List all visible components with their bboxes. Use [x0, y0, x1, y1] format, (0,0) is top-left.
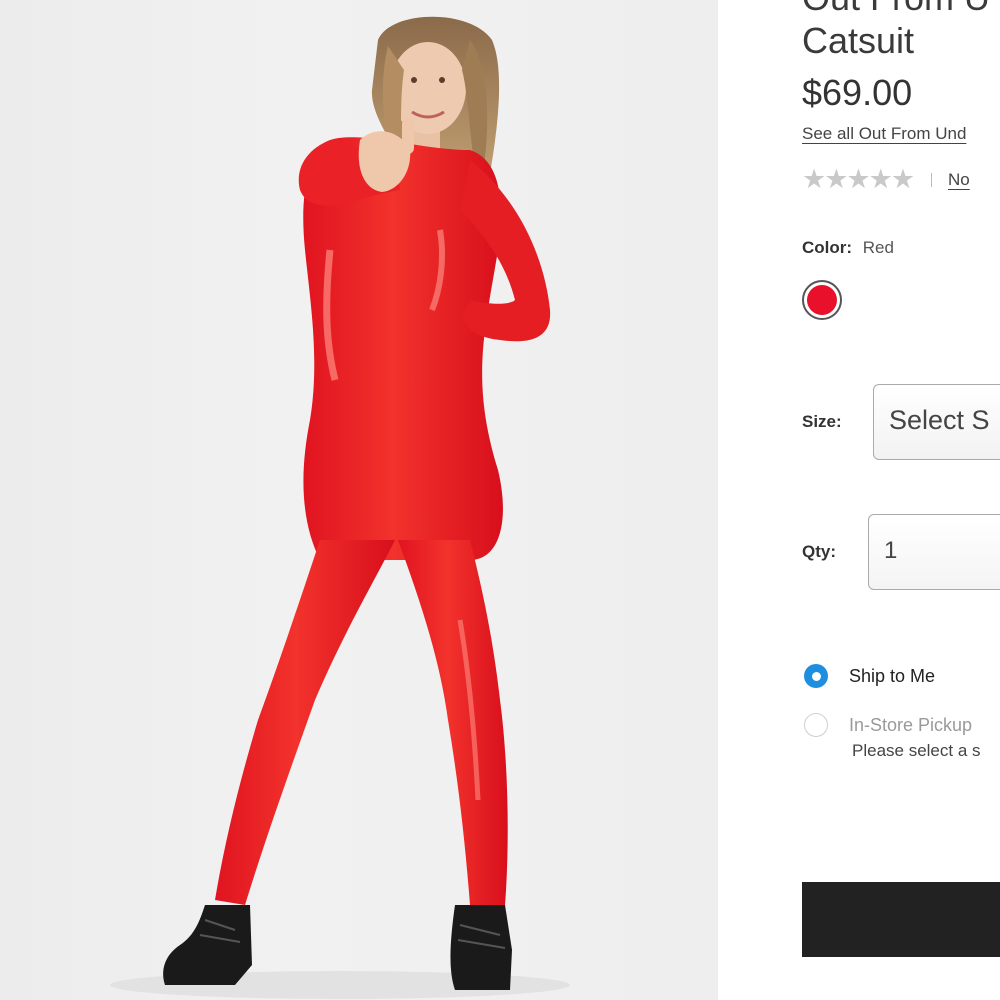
- color-value: Red: [862, 238, 894, 257]
- in-store-pickup-option[interactable]: In-Store Pickup: [804, 713, 972, 737]
- color-selector-label: Color: Red: [802, 238, 894, 258]
- rating-stars-icon[interactable]: ★★★★★: [802, 164, 915, 195]
- product-title-line-1: Out From U: [802, 0, 990, 18]
- product-title-line-2: Catsuit: [802, 20, 915, 61]
- pickup-note: Please select a s: [852, 741, 981, 760]
- size-label: Size:: [802, 412, 842, 431]
- ship-to-me-option[interactable]: Ship to Me: [804, 664, 935, 688]
- ship-to-me-label: Ship to Me: [849, 665, 936, 686]
- color-label: Color:: [802, 238, 853, 257]
- product-details-panel: Out From U Catsuit $69.00 See all Out Fr…: [718, 0, 1000, 1000]
- product-price: $69.00: [802, 72, 913, 113]
- reviews-link[interactable]: No: [948, 170, 970, 190]
- quantity-input[interactable]: 1: [868, 514, 1000, 590]
- rating-divider: [931, 172, 933, 187]
- color-swatch-red[interactable]: [802, 280, 842, 320]
- in-store-pickup-label: In-Store Pickup: [849, 714, 973, 735]
- radio-selected-icon[interactable]: [804, 664, 828, 688]
- size-select[interactable]: Select S: [873, 384, 1000, 460]
- product-image: [0, 0, 718, 1000]
- color-swatch-fill: [807, 285, 837, 315]
- quantity-label: Qty:: [802, 542, 836, 561]
- see-all-brand-link[interactable]: See all Out From Und: [802, 124, 966, 144]
- radio-unselected-icon[interactable]: [804, 713, 828, 737]
- model-illustration: [110, 16, 570, 999]
- product-rating: ★★★★★ No: [802, 164, 970, 195]
- product-page: Out From U Catsuit $69.00 See all Out Fr…: [0, 0, 1000, 1000]
- add-to-bag-button[interactable]: [802, 882, 1000, 957]
